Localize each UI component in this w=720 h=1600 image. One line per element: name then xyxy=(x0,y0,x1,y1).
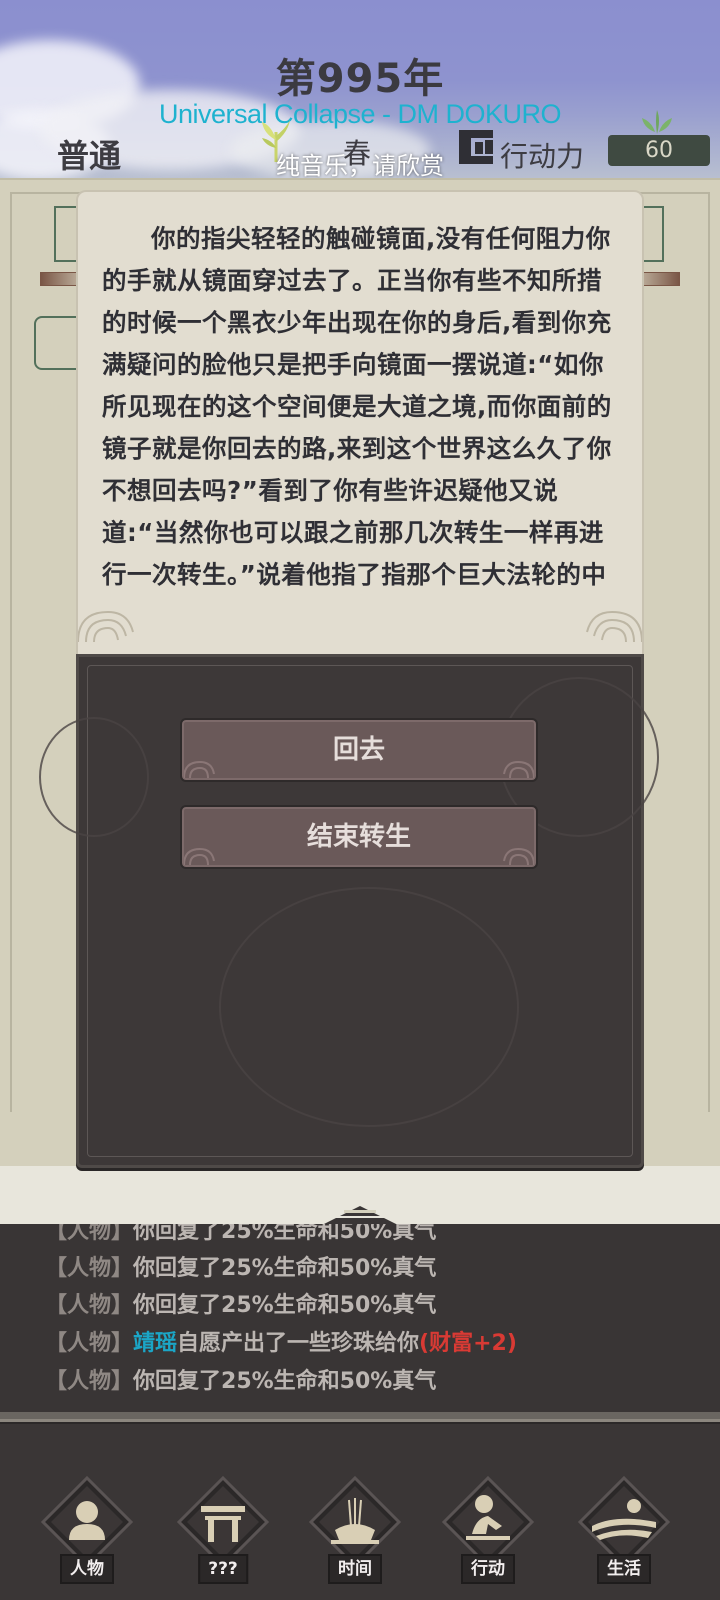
go-back-button[interactable]: 回去 xyxy=(180,718,538,782)
action-power-icon xyxy=(459,130,493,164)
bottom-nav: 人物 ??? 时间 行动 生活 xyxy=(0,1422,720,1600)
story-dialog: 你的指尖轻轻的触碰镜面,没有任何阻力你的手就从镜面穿过去了。正当你有些不知所措的… xyxy=(76,190,644,660)
event-log[interactable]: 【人物】你回复了25%生命和50%真气 【人物】你回复了25%生命和50%真气 … xyxy=(0,1224,720,1412)
nav-character-label: 人物 xyxy=(60,1554,114,1584)
frame-line xyxy=(708,192,710,1112)
wave-decoration-icon xyxy=(78,610,134,642)
nav-action-label: 行动 xyxy=(461,1554,515,1584)
end-reincarnation-button[interactable]: 结束转生 xyxy=(180,805,538,869)
cloud-corner-icon xyxy=(503,760,534,778)
log-entry: 【人物】你回复了25%生命和50%真气 xyxy=(45,1293,437,1318)
music-title: Universal Collapse - DM DOKURO xyxy=(158,99,562,129)
action-points-value: 60 xyxy=(608,135,710,166)
frame-line xyxy=(10,192,12,1112)
swirl-decoration xyxy=(39,717,149,837)
swirl-decoration xyxy=(219,887,519,1127)
end-reincarnation-label: 结束转生 xyxy=(306,822,411,852)
nav-unknown-label: ??? xyxy=(198,1554,248,1584)
nav-unknown[interactable]: ??? xyxy=(173,1474,273,1584)
cloud-corner-icon xyxy=(503,847,534,865)
wealth-bonus: (财富+2) xyxy=(419,1331,517,1356)
log-entry: 【人物】你回复了25%生命和50%真气 xyxy=(45,1224,437,1244)
nav-action[interactable]: 行动 xyxy=(438,1474,538,1584)
nav-time[interactable]: 时间 xyxy=(305,1474,405,1584)
action-power-label: 行动力 xyxy=(500,140,585,173)
log-entry: 【人物】你回复了25%生命和50%真气 xyxy=(45,1369,437,1394)
log-entry: 【人物】你回复了25%生命和50%真气 xyxy=(45,1256,437,1281)
nav-time-label: 时间 xyxy=(328,1554,382,1584)
leaf-icon xyxy=(642,110,672,134)
year-title: 第995年 xyxy=(275,56,445,102)
log-separator xyxy=(0,1412,720,1422)
npc-name: 靖瑶 xyxy=(133,1331,178,1356)
go-back-label: 回去 xyxy=(332,735,385,765)
nav-character[interactable]: 人物 xyxy=(37,1474,137,1584)
cloud-corner-icon xyxy=(184,760,215,778)
nav-life-label: 生活 xyxy=(597,1554,651,1584)
log-entry: 【人物】靖瑶自愿产出了一些珍珠给你(财富+2) xyxy=(45,1331,517,1356)
wave-decoration-icon xyxy=(586,610,642,642)
nav-life[interactable]: 生活 xyxy=(574,1474,674,1584)
cloud-corner-icon xyxy=(184,847,215,865)
story-text[interactable]: 你的指尖轻轻的触碰镜面,没有任何阻力你的手就从镜面穿过去了。正当你有些不知所措的… xyxy=(78,192,642,616)
top-header: 第995年 Universal Collapse - DM DOKURO 普通 … xyxy=(0,0,720,178)
